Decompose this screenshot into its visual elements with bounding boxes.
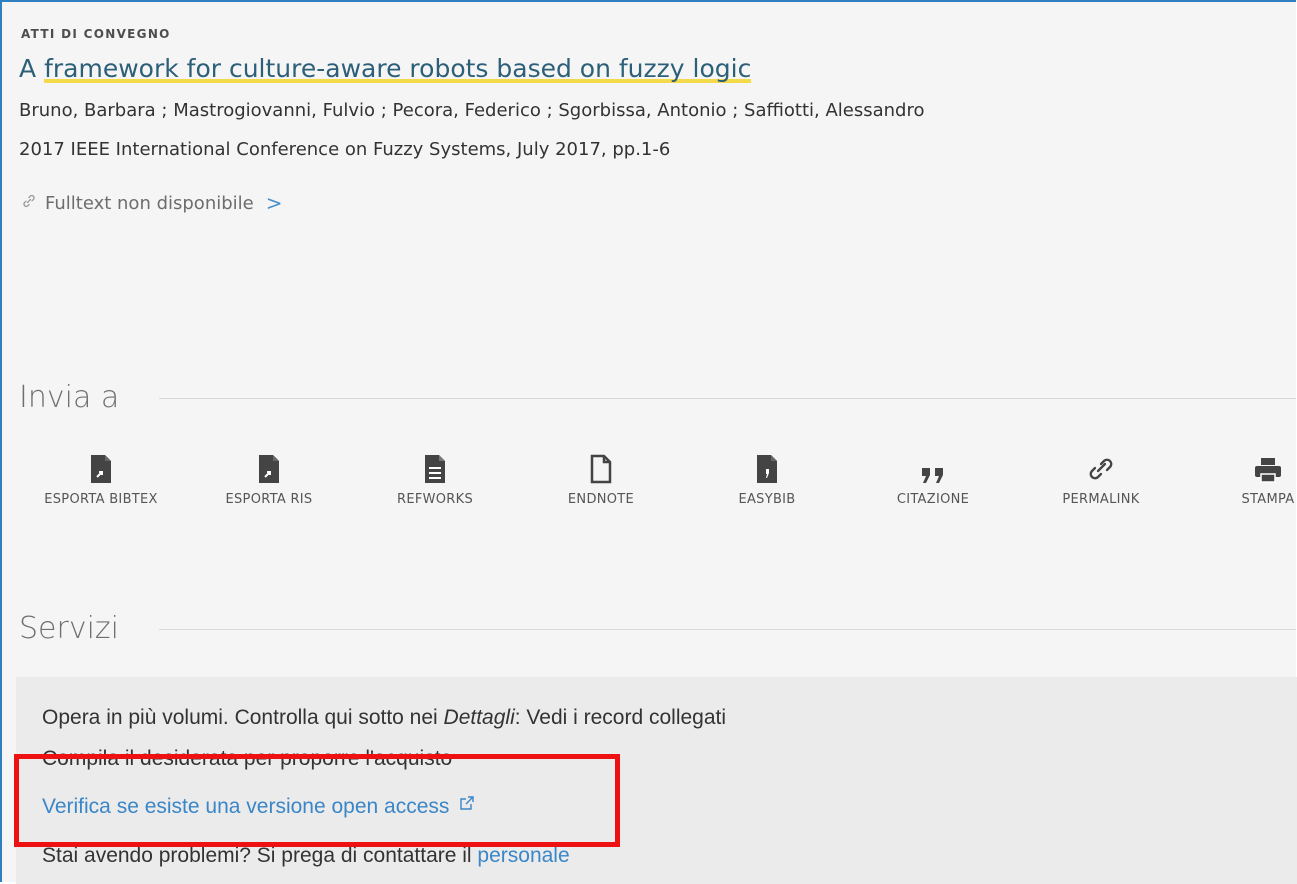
multivolume-suffix: : Vedi i record collegati <box>514 706 727 729</box>
action-refworks[interactable]: REFWORKS <box>365 450 505 507</box>
file-outline-icon <box>590 454 612 484</box>
file-export-icon <box>91 455 111 483</box>
link-icon <box>21 193 37 214</box>
action-label: EASYBIB <box>738 492 796 507</box>
action-citazione[interactable]: CITAZIONE <box>863 450 1003 507</box>
action-endnote[interactable]: ENDNOTE <box>531 450 671 507</box>
record-title-prefix: A <box>19 54 45 83</box>
send-to-heading: Invia a <box>19 380 120 415</box>
record-source: 2017 IEEE International Conference on Fu… <box>19 139 671 160</box>
support-contact: Stai avendo problemi? Si prega di contat… <box>42 844 570 868</box>
action-easybib[interactable]: EASYBIB <box>697 450 837 507</box>
fulltext-availability[interactable]: Fulltext non disponibile > <box>21 191 283 215</box>
action-label: PERMALINK <box>1062 492 1140 507</box>
action-label: ENDNOTE <box>567 492 635 507</box>
services-divider <box>159 629 1296 630</box>
fulltext-label: Fulltext non disponibile <box>45 192 254 214</box>
action-label: ESPORTA BIBTEX <box>44 492 158 507</box>
chevron-right-icon: > <box>265 191 283 215</box>
record-authors: Bruno, Barbara ; Mastrogiovanni, Fulvio … <box>19 100 925 121</box>
action-label: CITAZIONE <box>896 492 970 507</box>
action-label: ESPORTA RIS <box>225 492 313 507</box>
send-to-actions: ESPORTA BIBTEX ESPORTA RIS REFWORKS ENDN… <box>2 450 1297 530</box>
record-panel: ATTI DI CONVEGNO A framework for culture… <box>0 0 1297 884</box>
action-export-ris[interactable]: ESPORTA RIS <box>199 450 339 507</box>
record-type-label: ATTI DI CONVEGNO <box>21 27 171 41</box>
file-text-icon <box>425 455 445 483</box>
support-text: Stai avendo problemi? Si prega di contat… <box>42 844 478 867</box>
file-export-icon <box>259 455 279 483</box>
contact-staff-link[interactable]: personale <box>477 844 569 867</box>
record-title-link[interactable]: framework for culture-aware robots based… <box>44 54 751 83</box>
services-multivolume-note: Opera in più volumi. Controlla qui sotto… <box>42 706 726 730</box>
highlight-annotation-box <box>14 754 620 847</box>
action-permalink[interactable]: PERMALINK <box>1031 450 1171 507</box>
action-export-bibtex[interactable]: ESPORTA BIBTEX <box>31 450 171 507</box>
multivolume-text: Opera in più volumi. Controlla qui sotto… <box>42 706 444 729</box>
record-title: A framework for culture-aware robots bas… <box>19 52 751 86</box>
file-quote-icon <box>757 455 777 483</box>
services-heading: Servizi <box>19 611 120 646</box>
link-icon <box>1089 458 1113 480</box>
details-emphasis: Dettagli <box>443 706 515 729</box>
send-to-divider <box>159 398 1296 399</box>
action-stampa[interactable]: STAMPA <box>1198 450 1297 507</box>
action-label: REFWORKS <box>396 492 474 507</box>
quote-icon <box>922 468 943 483</box>
print-icon <box>1255 458 1281 483</box>
action-label: STAMPA <box>1241 492 1295 507</box>
